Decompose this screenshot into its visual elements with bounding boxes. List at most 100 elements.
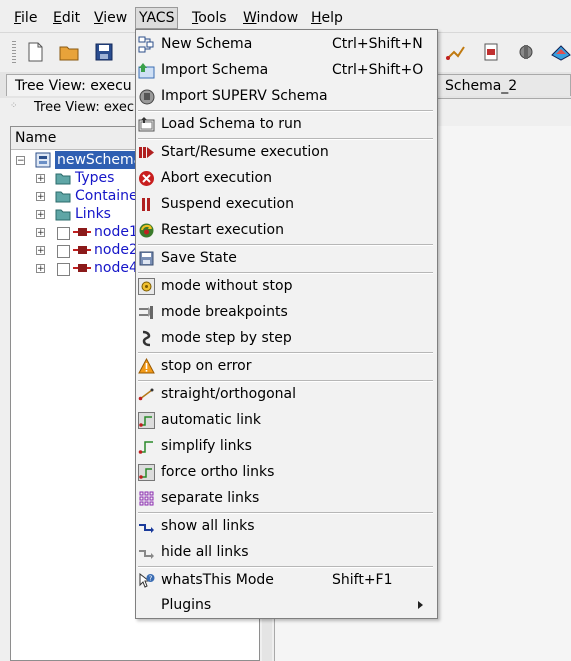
folder-icon [55, 209, 71, 221]
automatic-link-icon [138, 412, 155, 429]
menu-item-label: Suspend execution [161, 196, 294, 212]
tab-tree-view[interactable]: Tree View: execu [6, 74, 136, 96]
grip-icon[interactable]: ⁘ [10, 101, 18, 111]
menu-item-mode-breakpoints[interactable]: mode breakpoints [136, 299, 435, 325]
restart-icon [139, 223, 154, 238]
folder-icon [55, 191, 71, 203]
menu-item-show-all-links[interactable]: show all links [136, 513, 435, 539]
menu-item-save-state[interactable]: Save State [136, 245, 435, 271]
menu-window[interactable]: Window [240, 8, 301, 28]
expand-icon[interactable]: + [36, 210, 45, 220]
open-folder-icon[interactable] [58, 41, 80, 63]
menu-item-label: automatic link [161, 412, 262, 428]
node-icon [73, 264, 91, 272]
submenu-arrow-icon [418, 601, 423, 609]
show-links-icon [139, 524, 154, 533]
menu-yacs[interactable]: YACS [135, 7, 179, 29]
expand-icon[interactable]: + [36, 192, 45, 202]
svg-text:?: ? [149, 575, 153, 583]
collapse-icon[interactable]: − [16, 156, 25, 166]
import-schema-icon [138, 63, 155, 79]
suspend-icon [142, 198, 150, 211]
menu-item-label: mode without stop [161, 278, 293, 294]
menu-help[interactable]: Help [308, 8, 346, 28]
menu-item-abort[interactable]: Abort execution [136, 165, 435, 191]
menu-item-label: Save State [161, 250, 237, 266]
document-tool-icon[interactable] [480, 41, 502, 63]
menu-item-mode-without-stop[interactable]: mode without stop [136, 273, 435, 299]
yacs-dropdown-menu: New Schema Ctrl+Shift+N Import Schema Ct… [135, 29, 438, 619]
menu-item-whatsthis[interactable]: ? whatsThis Mode Shift+F1 [136, 567, 435, 593]
menu-item-straight-orthogonal[interactable]: straight/orthogonal [136, 381, 435, 407]
expand-icon[interactable]: + [36, 246, 45, 256]
menu-item-restart[interactable]: Restart execution [136, 217, 435, 243]
menu-item-import-superv-schema[interactable]: Import SUPERV Schema [136, 83, 435, 109]
menu-item-label: Restart execution [161, 222, 284, 238]
simplify-links-icon [138, 441, 153, 454]
tree-item-label: node2 [94, 242, 138, 258]
menu-item-load-schema[interactable]: Load Schema to run [136, 111, 435, 137]
menu-item-label: straight/orthogonal [161, 386, 297, 402]
link-tool-icon[interactable] [444, 41, 466, 63]
menu-item-label: mode step by step [161, 330, 292, 346]
menu-item-suspend[interactable]: Suspend execution [136, 191, 435, 217]
menu-item-shortcut: Ctrl+Shift+N [332, 36, 423, 52]
menubar: File Edit View YACS Tools Window Help [0, 0, 571, 32]
menu-item-hide-all-links[interactable]: hide all links [136, 539, 435, 565]
menu-item-automatic-link[interactable]: automatic link [136, 407, 435, 433]
expand-icon[interactable]: + [36, 264, 45, 274]
menu-item-mode-step[interactable]: mode step by step [136, 325, 435, 351]
menu-item-stop-on-error[interactable]: stop on error [136, 353, 435, 379]
menu-item-shortcut: Shift+F1 [332, 572, 393, 588]
menu-item-import-schema[interactable]: Import Schema Ctrl+Shift+O [136, 57, 435, 83]
menu-item-label: hide all links [161, 544, 249, 560]
expand-icon[interactable]: + [36, 228, 45, 238]
menu-item-label: show all links [161, 518, 255, 534]
menu-edit[interactable]: Edit [50, 8, 83, 28]
menu-item-label: Abort execution [161, 170, 272, 186]
menu-item-label: stop on error [161, 358, 252, 374]
mode-step-icon [142, 330, 151, 347]
menu-tools[interactable]: Tools [189, 8, 230, 28]
tree-item-label: Types [75, 170, 115, 186]
component-tool-icon[interactable] [515, 41, 537, 63]
tree-item-label: Containe [75, 188, 138, 204]
mode-breakpoints-icon [139, 306, 153, 319]
menu-item-label: New Schema [161, 36, 253, 52]
new-schema-icon [138, 36, 154, 53]
save-icon[interactable] [93, 41, 115, 63]
tab-schema-2[interactable]: Schema_2 [432, 74, 571, 96]
expand-icon[interactable]: + [36, 174, 45, 184]
menu-item-new-schema[interactable]: New Schema Ctrl+Shift+N [136, 31, 435, 57]
menu-item-label: Plugins [161, 597, 212, 613]
menu-item-start-resume[interactable]: Start/Resume execution [136, 139, 435, 165]
menu-item-simplify-links[interactable]: simplify links [136, 433, 435, 459]
viewer-tool-icon[interactable] [550, 41, 571, 63]
toolbar-handle[interactable] [12, 41, 16, 63]
menu-item-label: whatsThis Mode [161, 572, 274, 588]
menu-file[interactable]: File [11, 8, 40, 28]
node1-checkbox[interactable] [57, 227, 70, 240]
separate-links-icon [139, 491, 154, 506]
tree-view-label: Tree View: execu [34, 100, 143, 115]
force-ortho-icon [138, 464, 155, 481]
new-file-icon[interactable] [24, 41, 46, 63]
menu-item-label: Start/Resume execution [161, 144, 329, 160]
tree-item-label: node1 [94, 224, 138, 240]
warning-icon [138, 358, 155, 374]
node4-checkbox[interactable] [57, 263, 70, 276]
abort-icon [139, 171, 154, 186]
menu-item-label: simplify links [161, 438, 252, 454]
menu-item-label: force ortho links [161, 464, 275, 480]
menu-item-label: separate links [161, 490, 260, 506]
menu-item-force-ortho[interactable]: force ortho links [136, 459, 435, 485]
tree-item-label: node4 [94, 260, 138, 276]
save-state-icon [139, 251, 154, 266]
node2-checkbox[interactable] [57, 245, 70, 258]
menu-view[interactable]: View [91, 8, 130, 28]
menu-item-plugins[interactable]: Plugins [136, 592, 435, 618]
schema-icon [35, 152, 51, 168]
menu-item-label: Import SUPERV Schema [161, 88, 328, 104]
menu-item-shortcut: Ctrl+Shift+O [332, 62, 424, 78]
menu-item-separate-links[interactable]: separate links [136, 485, 435, 511]
